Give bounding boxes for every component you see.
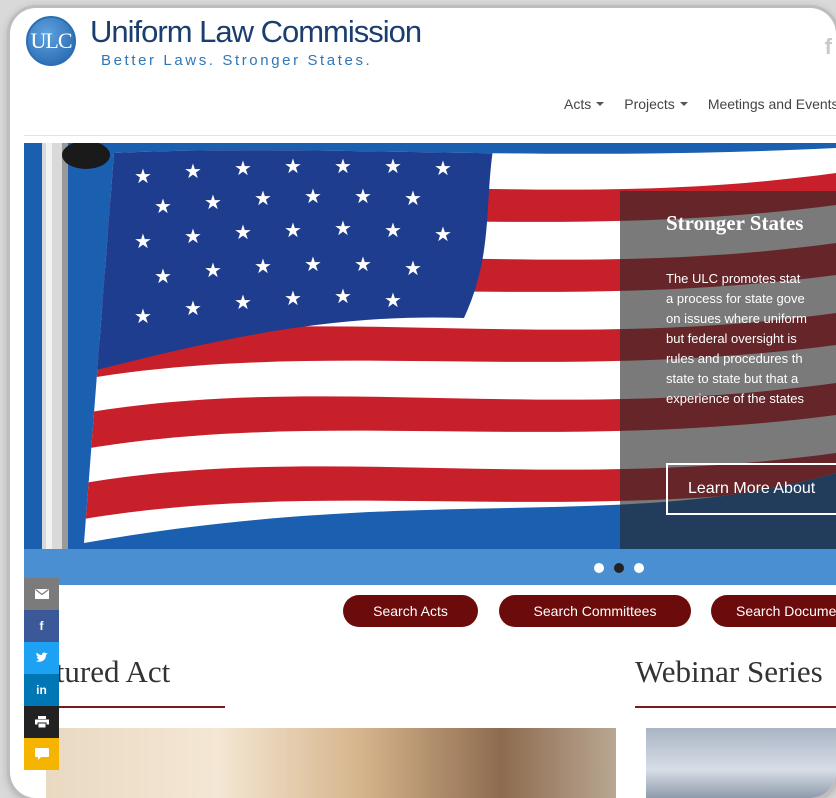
chevron-down-icon (596, 102, 605, 106)
featured-act-image[interactable] (46, 728, 616, 798)
linkedin-icon: in (36, 683, 47, 697)
featured-act-underline (46, 706, 225, 708)
hero-body-line: The ULC promotes stat (666, 271, 801, 286)
webinar-series-image[interactable] (646, 728, 836, 798)
svg-text:★: ★ (234, 290, 252, 314)
svg-text:★: ★ (334, 216, 352, 240)
svg-text:★: ★ (154, 264, 172, 288)
sms-icon (34, 748, 49, 760)
svg-text:★: ★ (184, 224, 202, 248)
svg-text:★: ★ (234, 156, 252, 180)
webinar-series-heading: Webinar Series (635, 654, 823, 689)
email-icon (34, 589, 49, 599)
nav-item-meetings-and-events[interactable]: Meetings and Events (708, 96, 836, 112)
print-share-button[interactable] (24, 706, 59, 738)
site-tagline: Better Laws. Stronger States. (101, 52, 373, 69)
svg-text:★: ★ (234, 220, 252, 244)
header-divider (24, 135, 836, 136)
svg-text:★: ★ (434, 222, 452, 246)
svg-text:★: ★ (304, 252, 322, 276)
nav-item-label: Projects (624, 96, 675, 112)
svg-text:★: ★ (384, 154, 402, 178)
search-documents-button[interactable]: Search Documents (711, 595, 836, 627)
chevron-down-icon (679, 102, 688, 106)
webinar-series-underline (635, 706, 836, 708)
svg-text:★: ★ (184, 159, 202, 183)
hero-caption-panel: Stronger States The ULC promotes stat a … (620, 191, 836, 549)
svg-text:★: ★ (304, 184, 322, 208)
search-committees-button[interactable]: Search Committees (499, 595, 691, 627)
svg-text:★: ★ (384, 288, 402, 312)
svg-text:★: ★ (134, 164, 152, 188)
svg-text:★: ★ (404, 256, 422, 280)
svg-text:★: ★ (134, 304, 152, 328)
hero-body-line: but federal oversight is (666, 331, 797, 346)
hero-body-line: a process for state gove (666, 291, 805, 306)
svg-text:★: ★ (134, 229, 152, 253)
svg-text:★: ★ (404, 186, 422, 210)
nav-item-label: Acts (564, 96, 592, 112)
svg-text:★: ★ (284, 286, 302, 310)
twitter-share-button[interactable] (24, 642, 59, 674)
svg-text:★: ★ (334, 154, 352, 178)
facebook-icon[interactable]: f (825, 34, 832, 60)
svg-text:★: ★ (284, 154, 302, 178)
nav-item-label: Meetings and Events (707, 96, 836, 112)
svg-text:★: ★ (184, 296, 202, 320)
sms-share-button[interactable] (24, 738, 59, 770)
browser-frame: ULC Uniform Law Commission Better Laws. … (10, 8, 836, 798)
main-nav: Acts Projects Meetings and Events (564, 96, 836, 112)
email-share-button[interactable] (24, 578, 59, 610)
twitter-icon (35, 652, 48, 662)
svg-text:★: ★ (204, 190, 222, 214)
svg-text:★: ★ (354, 184, 372, 208)
svg-text:★: ★ (284, 218, 302, 242)
site-title[interactable]: Uniform Law Commission (90, 14, 422, 50)
hero-carousel: ★ ★ ★ ★ ★ ★ ★ ★ ★ ★ ★ ★ ★ ★ ★ ★ ★ ★ ★ ★ ★ ★ ★ ★ ★ ★ ★ ★ ★ ★ ★ ★ Str… (24, 143, 836, 549)
facebook-share-button[interactable]: f (24, 610, 59, 642)
svg-text:★: ★ (154, 194, 172, 218)
svg-text:★: ★ (334, 284, 352, 308)
search-acts-button[interactable]: Search Acts (343, 595, 478, 627)
print-icon (34, 716, 49, 728)
svg-text:★: ★ (204, 258, 222, 282)
linkedin-share-button[interactable]: in (24, 674, 59, 706)
svg-text:★: ★ (254, 186, 272, 210)
ulc-logo[interactable]: ULC (26, 16, 76, 66)
svg-text:★: ★ (434, 156, 452, 180)
carousel-dot-3[interactable] (634, 563, 644, 573)
hero-body: The ULC promotes stat a process for stat… (666, 269, 836, 409)
carousel-dot-2[interactable] (614, 563, 624, 573)
carousel-dot-1[interactable] (594, 563, 604, 573)
svg-text:★: ★ (384, 218, 402, 242)
learn-more-button[interactable]: Learn More About (666, 463, 836, 515)
svg-text:★: ★ (354, 252, 372, 276)
hero-body-line: rules and procedures th (666, 351, 803, 366)
nav-item-acts[interactable]: Acts (564, 96, 605, 112)
hero-body-line: on issues where uniform (666, 311, 807, 326)
hero-body-line: state to state but that a (666, 371, 799, 386)
carousel-indicators (24, 549, 836, 585)
nav-item-projects[interactable]: Projects (624, 96, 688, 112)
page: ULC Uniform Law Commission Better Laws. … (24, 8, 836, 798)
facebook-icon: f (39, 619, 44, 633)
svg-text:★: ★ (254, 254, 272, 278)
hero-body-line: experience of the states (666, 391, 805, 406)
share-toolbar: f in (24, 578, 59, 770)
hero-title: Stronger States (666, 211, 804, 235)
